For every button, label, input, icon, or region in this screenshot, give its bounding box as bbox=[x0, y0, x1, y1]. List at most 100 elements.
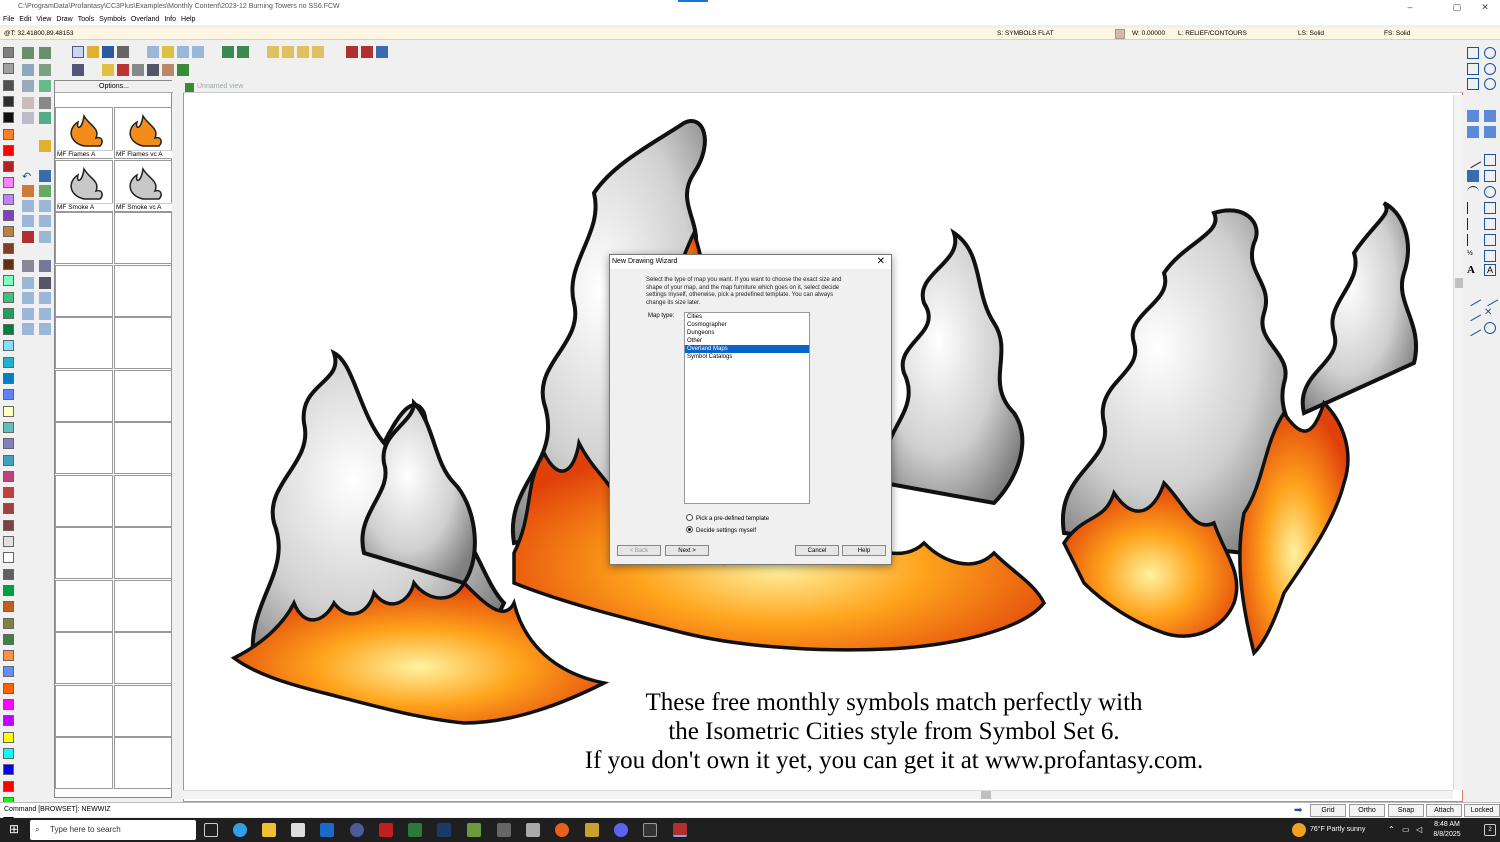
print-icon[interactable] bbox=[117, 46, 129, 58]
volume-icon[interactable]: ◁ bbox=[1416, 825, 1422, 834]
symbol-slot[interactable]: MF Flames A bbox=[55, 107, 113, 159]
linestyle-selector[interactable]: LS: Solid bbox=[1298, 30, 1324, 37]
symbol-slot[interactable] bbox=[55, 474, 113, 527]
color-swatch[interactable] bbox=[3, 291, 14, 303]
color-swatch[interactable] bbox=[3, 568, 14, 580]
list-icon[interactable] bbox=[39, 292, 51, 304]
draw-arc-icon[interactable] bbox=[1467, 186, 1479, 198]
color-swatch[interactable] bbox=[3, 682, 14, 694]
map-type-list[interactable]: Cities Cosmographer Dungeons Other Overl… bbox=[684, 312, 810, 504]
forest-icon[interactable] bbox=[39, 80, 51, 92]
taskbar-search[interactable]: ⌕ Type here to search bbox=[30, 820, 196, 840]
house-icon[interactable] bbox=[162, 64, 174, 76]
tools-icon[interactable] bbox=[39, 97, 51, 109]
color-swatch[interactable] bbox=[3, 340, 14, 352]
menu-file[interactable]: File bbox=[3, 14, 14, 25]
vertical-scroll-thumb[interactable] bbox=[1455, 278, 1463, 288]
redraw-icon[interactable] bbox=[222, 46, 234, 58]
catalog-3-icon[interactable] bbox=[376, 46, 388, 58]
vertical-scrollbar[interactable] bbox=[1453, 95, 1463, 790]
map-type-dungeons[interactable]: Dungeons bbox=[685, 329, 809, 337]
symbol-slot[interactable] bbox=[114, 474, 172, 527]
pen-icon[interactable] bbox=[102, 64, 114, 76]
draw-spline-icon[interactable] bbox=[1467, 218, 1479, 230]
menu-symbols[interactable]: Symbols bbox=[99, 14, 126, 25]
settings-app-icon[interactable] bbox=[350, 823, 364, 837]
snap-mid-icon[interactable] bbox=[1464, 304, 1482, 322]
rectangle-icon[interactable] bbox=[22, 308, 34, 320]
overland-icon[interactable] bbox=[39, 47, 51, 59]
app-icon-2[interactable] bbox=[497, 823, 511, 837]
color-swatch[interactable] bbox=[3, 552, 14, 564]
frame-icon[interactable] bbox=[39, 308, 51, 320]
explode-icon[interactable] bbox=[39, 231, 51, 243]
cross-icon[interactable] bbox=[39, 323, 51, 335]
command-prompt[interactable]: Command [BROWSET]: NEWWIZ bbox=[4, 806, 111, 813]
save-icon[interactable] bbox=[102, 46, 114, 58]
cc3-app-icon[interactable] bbox=[673, 823, 687, 837]
symbol-slot[interactable] bbox=[55, 317, 113, 369]
draw-path-icon[interactable] bbox=[1484, 218, 1496, 230]
task-view-icon[interactable] bbox=[204, 823, 218, 837]
menu-view[interactable]: View bbox=[36, 14, 51, 25]
menu-tools[interactable]: Tools bbox=[78, 14, 94, 25]
snap-intersection-icon[interactable]: ✕ bbox=[1484, 307, 1496, 319]
horizontal-scrollbar[interactable] bbox=[183, 790, 1453, 799]
symbol-slot[interactable] bbox=[55, 264, 113, 317]
symbol-slot[interactable] bbox=[55, 422, 113, 474]
zoom-previous-icon[interactable] bbox=[1484, 78, 1496, 90]
symbol-slot[interactable] bbox=[114, 264, 172, 317]
undo-icon[interactable]: ↶ bbox=[22, 170, 34, 183]
ortho-toggle[interactable]: Ortho bbox=[1349, 804, 1385, 817]
app-icon-3[interactable] bbox=[526, 823, 540, 837]
brush-icon[interactable] bbox=[147, 64, 159, 76]
symbol-slot[interactable]: MF Flames vc A bbox=[114, 107, 172, 159]
color-swatch[interactable] bbox=[3, 405, 14, 417]
draw-line-icon[interactable] bbox=[1464, 151, 1482, 169]
tray-chevron-icon[interactable]: ⌃ bbox=[1388, 825, 1395, 834]
menu-info[interactable]: Info bbox=[164, 14, 176, 25]
color-swatch[interactable] bbox=[3, 63, 14, 75]
map-type-cities[interactable]: Cities bbox=[685, 313, 809, 321]
color-swatch[interactable] bbox=[3, 666, 14, 678]
trim-icon[interactable] bbox=[22, 260, 34, 272]
color-swatch[interactable] bbox=[3, 438, 14, 450]
color-swatch[interactable] bbox=[3, 764, 14, 776]
dimension-icon[interactable]: ½ bbox=[1467, 250, 1479, 262]
color-swatch[interactable] bbox=[3, 226, 14, 238]
menu-overland[interactable]: Overland bbox=[131, 14, 159, 25]
draw-freehand-icon[interactable] bbox=[1467, 234, 1479, 246]
sheet-selector[interactable]: S: SYMBOLS FLAT bbox=[997, 30, 1054, 37]
label-icon[interactable] bbox=[39, 260, 51, 272]
radio-decide-settings[interactable]: Decide settings myself bbox=[686, 526, 756, 534]
select-icon[interactable] bbox=[1467, 110, 1479, 122]
redraw-all-icon[interactable] bbox=[237, 46, 249, 58]
effects-icon[interactable] bbox=[297, 46, 309, 58]
color-swatch[interactable] bbox=[3, 715, 14, 727]
windows-start-icon[interactable]: ⊞ bbox=[9, 823, 22, 836]
back-button[interactable]: < Back bbox=[617, 545, 661, 556]
array-icon[interactable] bbox=[22, 292, 34, 304]
color-swatch[interactable] bbox=[3, 373, 14, 384]
color-swatch[interactable] bbox=[3, 144, 14, 156]
close-window-button[interactable]: ✕ bbox=[1470, 1, 1500, 13]
move-icon[interactable] bbox=[22, 215, 34, 227]
menu-help[interactable]: Help bbox=[181, 14, 195, 25]
mcafee-icon[interactable] bbox=[379, 823, 393, 837]
color-swatch[interactable] bbox=[3, 161, 14, 173]
eyedropper-icon[interactable] bbox=[39, 170, 51, 182]
zoom-in-icon[interactable] bbox=[1484, 47, 1496, 59]
symbol-slot[interactable] bbox=[114, 632, 172, 684]
new-file-icon[interactable] bbox=[72, 46, 84, 58]
color-swatch[interactable] bbox=[3, 210, 14, 221]
pan-icon[interactable] bbox=[1467, 78, 1479, 90]
color-swatch[interactable] bbox=[3, 503, 14, 515]
symbol-slot[interactable]: MF Smoke vc A bbox=[114, 159, 172, 212]
arrows-icon[interactable] bbox=[39, 112, 51, 124]
symbol-slot[interactable] bbox=[55, 369, 113, 422]
select-window-icon[interactable] bbox=[1484, 110, 1496, 122]
color-swatch[interactable] bbox=[3, 307, 14, 319]
locked-toggle[interactable]: Locked bbox=[1464, 804, 1500, 817]
layer-selector[interactable]: L: RELIEF/CONTOURS bbox=[1178, 30, 1247, 37]
symbol-slot[interactable] bbox=[114, 369, 172, 422]
